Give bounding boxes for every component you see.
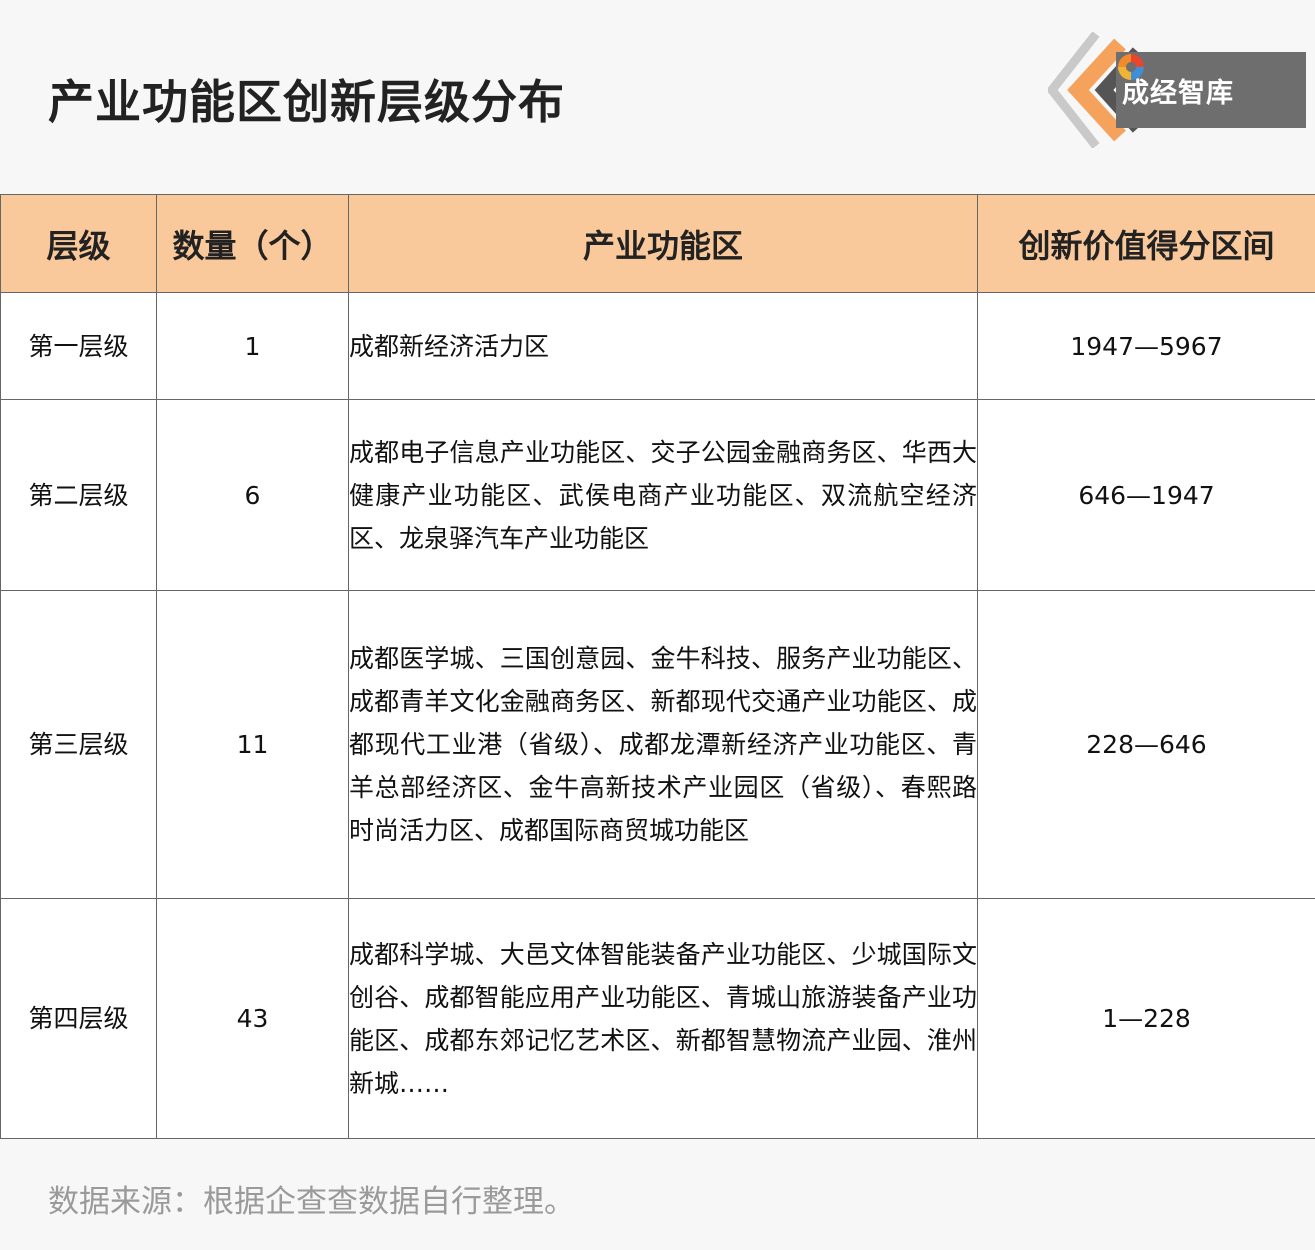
zones-text: 成都新经济活力区 [349, 331, 550, 361]
zones-text: 成都科学城、大邑文体智能装备产业功能区、少城国际文创谷、成都智能应用产业功能区、… [349, 939, 977, 1098]
level-cell: 第三层级 [0, 590, 157, 899]
zones-text: 成都医学城、三国创意园、金牛科技、服务产业功能区、成都青羊文化金融商务区、新都现… [349, 644, 977, 845]
swirl-logo-icon [1118, 54, 1144, 80]
source-note: 数据来源：根据企查查数据自行整理。 [48, 1184, 575, 1220]
level-cell: 第四层级 [0, 898, 157, 1139]
score-range-cell: 1—228 [977, 898, 1315, 1139]
count-cell: 11 [156, 590, 349, 899]
score-range-cell: 1947—5967 [977, 292, 1315, 400]
table-row: 第一层级 1 成都新经济活力区 1947—5967 [0, 292, 1315, 400]
column-header-zones: 产业功能区 [348, 194, 978, 293]
brand-badge: 成经智库 [1048, 32, 1315, 148]
column-header-level: 层级 [0, 194, 157, 293]
table-row: 第二层级 6 成都电子信息产业功能区、交子公园金融商务区、华西大健康产业功能区、… [0, 399, 1315, 591]
table-row: 第三层级 11 成都医学城、三国创意园、金牛科技、服务产业功能区、成都青羊文化金… [0, 590, 1315, 899]
column-header-score-range: 创新价值得分区间 [977, 194, 1315, 293]
count-cell: 6 [156, 399, 349, 591]
zones-cell: 成都新经济活力区 [348, 292, 978, 400]
level-cell: 第二层级 [0, 399, 157, 591]
table-header-row: 层级 数量（个） 产业功能区 创新价值得分区间 [0, 194, 1315, 293]
innovation-level-table: 层级 数量（个） 产业功能区 创新价值得分区间 第一层级 1 成都新经济活力区 … [0, 194, 1315, 1139]
count-cell: 1 [156, 292, 349, 400]
brand-box: 成经智库 [1116, 52, 1306, 128]
table-row: 第四层级 43 成都科学城、大邑文体智能装备产业功能区、少城国际文创谷、成都智能… [0, 898, 1315, 1139]
zones-text: 成都电子信息产业功能区、交子公园金融商务区、华西大健康产业功能区、武侯电商产业功… [349, 437, 977, 553]
score-range-cell: 228—646 [977, 590, 1315, 899]
column-header-count: 数量（个） [156, 194, 349, 293]
score-range-cell: 646—1947 [977, 399, 1315, 591]
count-cell: 43 [156, 898, 349, 1139]
level-cell: 第一层级 [0, 292, 157, 400]
page-title: 产业功能区创新层级分布 [48, 75, 565, 129]
zones-cell: 成都科学城、大邑文体智能装备产业功能区、少城国际文创谷、成都智能应用产业功能区、… [348, 898, 978, 1139]
zones-cell: 成都医学城、三国创意园、金牛科技、服务产业功能区、成都青羊文化金融商务区、新都现… [348, 590, 978, 899]
zones-cell: 成都电子信息产业功能区、交子公园金融商务区、华西大健康产业功能区、武侯电商产业功… [348, 399, 978, 591]
